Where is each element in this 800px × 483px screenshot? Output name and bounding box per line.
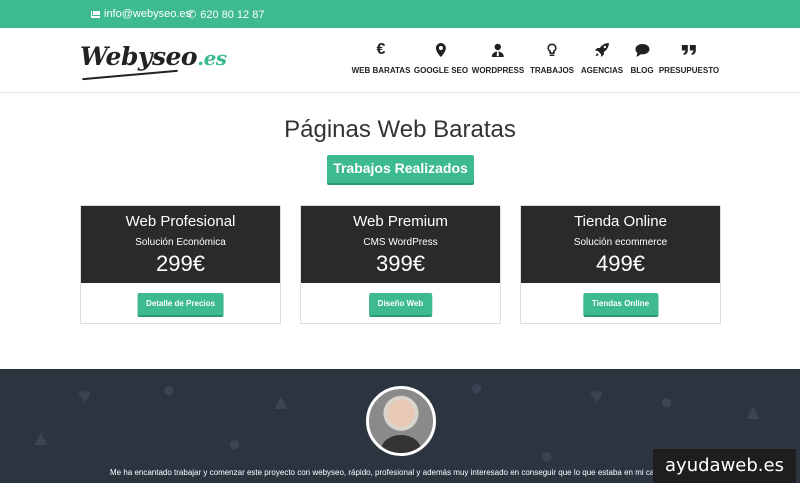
nav-item-blog[interactable]: BLOG [630,40,654,75]
thumbs-up-icon: ▲ [30,425,52,450]
pricing-card: Tienda Online Solución ecommerce 499€ Ti… [520,205,721,324]
nav-label: PRESUPUESTO [658,66,720,75]
pricing-card: Web Premium CMS WordPress 399€ Diseño We… [300,205,501,324]
plan-subtitle: Solución Económica [135,237,226,248]
comment-icon: ● [162,377,176,402]
map-marker-icon [414,40,468,60]
nav-label: BLOG [630,66,654,75]
user-tie-icon [472,40,524,60]
comment-icon: ● [228,431,242,456]
thumbs-up-icon: ▲ [270,389,292,414]
comment-icon: ● [660,389,674,414]
nav-item-web-baratas[interactable]: € WEB BARATAS [352,40,411,75]
pricing-card-header: Tienda Online Solución ecommerce 499€ [521,206,720,283]
envelope-icon [91,10,100,18]
logo-main-text: Webyseo [80,42,198,71]
quote-icon [659,40,719,60]
nav-label: WEB BARATAS [351,66,411,75]
watermark: ayudaweb.es [653,449,796,483]
phone-text: 620 80 12 87 [200,8,265,21]
plan-details-button[interactable]: Detalle de Precios [137,293,224,315]
pricing-card-header: Web Profesional Solución Económica 299€ [81,206,280,283]
nav-label: GOOGLE SEO [413,66,469,75]
plan-details-button[interactable]: Tiendas Online [582,293,659,315]
euro-icon: € [376,41,386,58]
plan-details-button[interactable]: Diseño Web [368,293,433,315]
heart-icon: ♥ [590,383,604,408]
page-title: Páginas Web Baratas [284,116,516,143]
phone-icon: ✆ [187,9,197,21]
nav-label: TRABAJOS [529,66,575,75]
comment-icon: ● [470,375,484,400]
heart-icon: ♥ [78,383,92,408]
plan-price: 299€ [156,251,205,276]
pricing-card-header: Web Premium CMS WordPress 399€ [301,206,500,283]
email-contact[interactable]: info@webyseo.es [91,8,191,20]
comment-icon: ● [540,443,554,468]
comment-icon [630,40,653,60]
plan-price: 399€ [376,251,425,276]
site-header: Webyseo.es € WEB BARATAS GOOGLE SEO WORD… [0,28,800,93]
nav-item-wordpress[interactable]: WORDPRESS [472,40,524,75]
phone-contact[interactable]: ✆ 620 80 12 87 [187,8,265,22]
logo-suffix-text: .es [197,46,227,70]
plan-name: Tienda Online [574,213,667,230]
email-text: info@webyseo.es [104,8,191,20]
plan-name: Web Profesional [125,213,236,230]
plan-subtitle: CMS WordPress [363,237,438,248]
lightbulb-icon [530,40,574,60]
rocket-icon [581,40,623,60]
pricing-card: Web Profesional Solución Económica 299€ … [80,205,281,324]
plan-subtitle: Solución ecommerce [573,237,668,248]
top-contact-bar: info@webyseo.es ✆ 620 80 12 87 [0,0,800,28]
nav-item-presupuesto[interactable]: PRESUPUESTO [659,40,719,75]
site-logo[interactable]: Webyseo.es [80,42,227,81]
nav-label: WORDPRESS [471,66,525,75]
nav-item-trabajos[interactable]: TRABAJOS [530,40,574,75]
plan-price: 499€ [596,251,645,276]
testimonial-avatar [366,386,436,456]
nav-item-agencias[interactable]: AGENCIAS [581,40,623,75]
plan-name: Web Premium [353,213,448,230]
testimonial-text: Me ha encantado trabajar y comenzar este… [110,468,672,477]
logo-underline [82,69,178,81]
thumbs-up-icon: ▲ [742,399,764,424]
nav-item-google-seo[interactable]: GOOGLE SEO [414,40,468,75]
trabajos-realizados-button[interactable]: Trabajos Realizados [327,155,474,183]
nav-label: AGENCIAS [580,66,624,75]
